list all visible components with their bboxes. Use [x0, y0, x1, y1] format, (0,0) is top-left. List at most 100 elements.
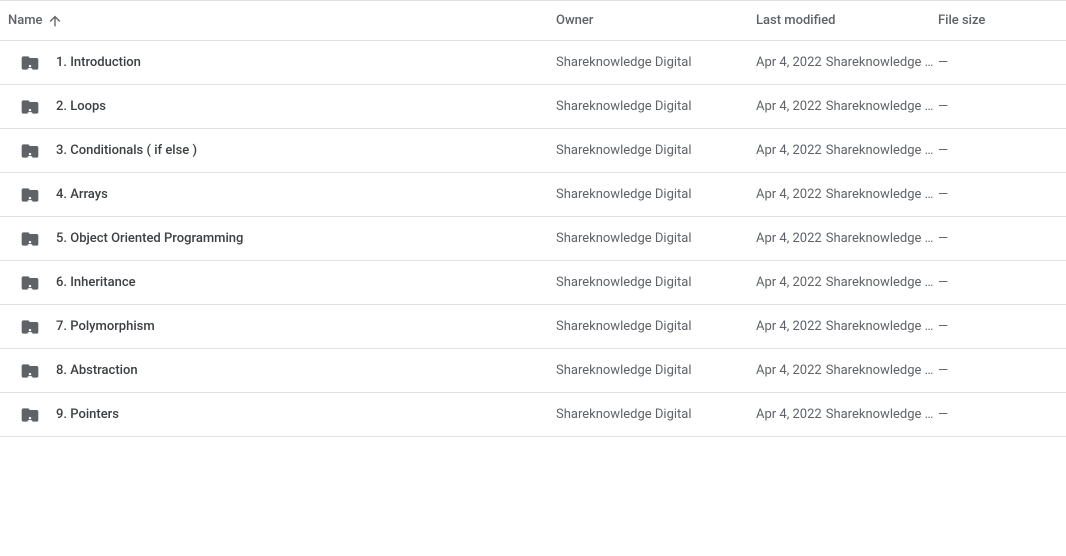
modified-by: Shareknowledge D…: [826, 363, 938, 378]
header-size[interactable]: File size: [938, 13, 1048, 28]
file-name: 5. Object Oriented Programming: [56, 231, 243, 246]
cell-modified: Apr 4, 2022 Shareknowledge D…: [756, 231, 938, 246]
cell-size: —: [938, 143, 1048, 158]
file-name: 3. Conditionals ( if else ): [56, 143, 197, 158]
modified-by: Shareknowledge D…: [826, 143, 938, 158]
size-text: —: [938, 55, 948, 70]
table-row[interactable]: 6. Inheritance Shareknowledge Digital Ap…: [0, 261, 1066, 305]
cell-modified: Apr 4, 2022 Shareknowledge D…: [756, 55, 938, 70]
modified-by: Shareknowledge D…: [826, 275, 938, 290]
modified-date: Apr 4, 2022: [756, 55, 822, 70]
shared-folder-icon: [20, 317, 40, 337]
shared-folder-icon: [20, 229, 40, 249]
modified-date: Apr 4, 2022: [756, 99, 822, 114]
cell-owner: Shareknowledge Digital: [556, 55, 756, 70]
size-text: —: [938, 275, 948, 290]
size-text: —: [938, 319, 948, 334]
modified-date: Apr 4, 2022: [756, 187, 822, 202]
cell-owner: Shareknowledge Digital: [556, 407, 756, 422]
cell-owner: Shareknowledge Digital: [556, 143, 756, 158]
cell-size: —: [938, 407, 1048, 422]
cell-size: —: [938, 319, 1048, 334]
size-text: —: [938, 231, 948, 246]
table-row[interactable]: 5. Object Oriented Programming Shareknow…: [0, 217, 1066, 261]
file-name: 7. Polymorphism: [56, 319, 155, 334]
cell-name: 8. Abstraction: [8, 361, 556, 381]
file-name: 4. Arrays: [56, 187, 108, 202]
cell-size: —: [938, 55, 1048, 70]
cell-modified: Apr 4, 2022 Shareknowledge D…: [756, 143, 938, 158]
shared-folder-icon: [20, 53, 40, 73]
size-text: —: [938, 99, 948, 114]
shared-folder-icon: [20, 273, 40, 293]
owner-text: Shareknowledge Digital: [556, 231, 692, 246]
size-text: —: [938, 363, 948, 378]
shared-folder-icon: [20, 185, 40, 205]
header-modified-label: Last modified: [756, 13, 836, 28]
file-list: Name Owner Last modified File size: [0, 0, 1066, 437]
cell-modified: Apr 4, 2022 Shareknowledge D…: [756, 99, 938, 114]
header-owner[interactable]: Owner: [556, 13, 756, 28]
modified-by: Shareknowledge D…: [826, 187, 938, 202]
modified-date: Apr 4, 2022: [756, 407, 822, 422]
table-row[interactable]: 7. Polymorphism Shareknowledge Digital A…: [0, 305, 1066, 349]
file-name: 9. Pointers: [56, 407, 119, 422]
owner-text: Shareknowledge Digital: [556, 55, 692, 70]
size-text: —: [938, 187, 948, 202]
cell-size: —: [938, 187, 1048, 202]
cell-name: 5. Object Oriented Programming: [8, 229, 556, 249]
table-row[interactable]: 1. Introduction Shareknowledge Digital A…: [0, 41, 1066, 85]
modified-by: Shareknowledge D…: [826, 319, 938, 334]
table-row[interactable]: 9. Pointers Shareknowledge Digital Apr 4…: [0, 393, 1066, 437]
cell-owner: Shareknowledge Digital: [556, 187, 756, 202]
owner-text: Shareknowledge Digital: [556, 319, 692, 334]
file-name: 6. Inheritance: [56, 275, 136, 290]
cell-size: —: [938, 231, 1048, 246]
owner-text: Shareknowledge Digital: [556, 143, 692, 158]
cell-name: 2. Loops: [8, 97, 556, 117]
cell-name: 9. Pointers: [8, 405, 556, 425]
table-row[interactable]: 2. Loops Shareknowledge Digital Apr 4, 2…: [0, 85, 1066, 129]
modified-by: Shareknowledge D…: [826, 55, 938, 70]
modified-date: Apr 4, 2022: [756, 275, 822, 290]
cell-modified: Apr 4, 2022 Shareknowledge D…: [756, 407, 938, 422]
modified-date: Apr 4, 2022: [756, 231, 822, 246]
cell-size: —: [938, 99, 1048, 114]
table-row[interactable]: 4. Arrays Shareknowledge Digital Apr 4, …: [0, 173, 1066, 217]
header-name[interactable]: Name: [8, 13, 556, 29]
owner-text: Shareknowledge Digital: [556, 407, 692, 422]
modified-by: Shareknowledge D…: [826, 231, 938, 246]
size-text: —: [938, 407, 948, 422]
cell-modified: Apr 4, 2022 Shareknowledge D…: [756, 319, 938, 334]
modified-date: Apr 4, 2022: [756, 143, 822, 158]
cell-owner: Shareknowledge Digital: [556, 99, 756, 114]
modified-by: Shareknowledge D…: [826, 99, 938, 114]
header-owner-label: Owner: [556, 13, 593, 28]
cell-owner: Shareknowledge Digital: [556, 231, 756, 246]
size-text: —: [938, 143, 948, 158]
shared-folder-icon: [20, 141, 40, 161]
cell-modified: Apr 4, 2022 Shareknowledge D…: [756, 363, 938, 378]
owner-text: Shareknowledge Digital: [556, 99, 692, 114]
header-name-label: Name: [8, 13, 43, 28]
owner-text: Shareknowledge Digital: [556, 187, 692, 202]
shared-folder-icon: [20, 361, 40, 381]
cell-modified: Apr 4, 2022 Shareknowledge D…: [756, 187, 938, 202]
cell-name: 7. Polymorphism: [8, 317, 556, 337]
table-row[interactable]: 3. Conditionals ( if else ) Shareknowled…: [0, 129, 1066, 173]
cell-name: 4. Arrays: [8, 185, 556, 205]
file-name: 1. Introduction: [56, 55, 141, 70]
header-row: Name Owner Last modified File size: [0, 1, 1066, 41]
modified-date: Apr 4, 2022: [756, 319, 822, 334]
cell-name: 1. Introduction: [8, 53, 556, 73]
cell-owner: Shareknowledge Digital: [556, 363, 756, 378]
cell-name: 3. Conditionals ( if else ): [8, 141, 556, 161]
arrow-up-icon: [47, 13, 63, 29]
header-size-label: File size: [938, 13, 985, 28]
shared-folder-icon: [20, 405, 40, 425]
cell-owner: Shareknowledge Digital: [556, 275, 756, 290]
shared-folder-icon: [20, 97, 40, 117]
table-row[interactable]: 8. Abstraction Shareknowledge Digital Ap…: [0, 349, 1066, 393]
cell-modified: Apr 4, 2022 Shareknowledge D…: [756, 275, 938, 290]
header-modified[interactable]: Last modified: [756, 13, 938, 28]
